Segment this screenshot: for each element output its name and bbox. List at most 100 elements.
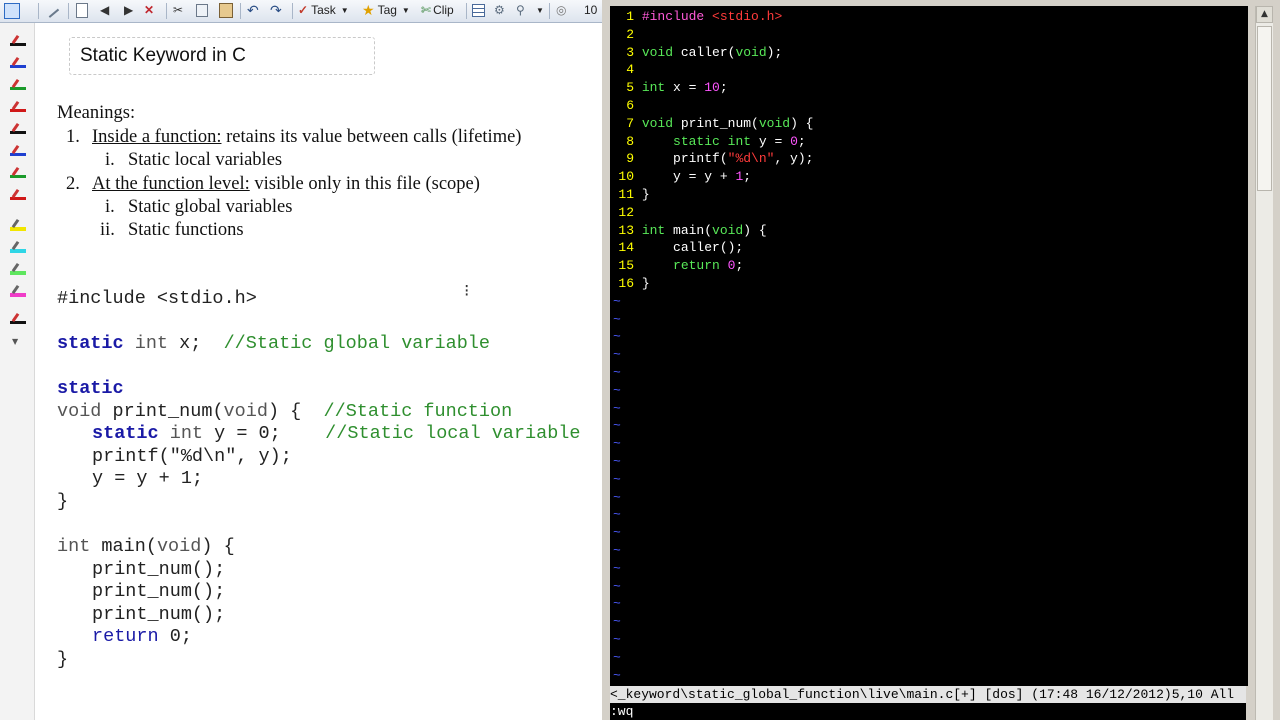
scroll-up-arrow-icon[interactable]: ▲ [1256,6,1273,23]
code-type: void [156,536,202,557]
copy-icon[interactable] [196,2,208,19]
code-keyword: static [92,423,159,444]
paste-icon[interactable] [219,2,233,19]
vim-empty-line-tilde: ~ [613,436,621,452]
vim-line-number: 4 [626,62,634,78]
chevron-down-icon[interactable]: ▼ [12,337,18,346]
vim-command-line[interactable]: :wq [610,703,1246,720]
clip-button[interactable]: ✄ Clip [421,2,454,19]
sub-item-number: i. [105,150,115,170]
clip-label: Clip [433,3,454,17]
code-type: int [158,423,204,444]
blue-pen-icon[interactable] [8,56,28,75]
search-icon[interactable]: ⚲ [516,2,525,19]
vim-code-token [642,258,673,273]
star-icon: ★ [362,2,375,18]
green-pen-icon[interactable] [8,166,28,185]
red-pen-icon[interactable] [8,188,28,207]
vim-line: 3 void caller(void); [610,44,782,62]
vim-empty-line-tilde: ~ [613,649,621,665]
code-text: ) { [267,401,324,422]
pen-settings-icon[interactable] [44,2,60,19]
zoom-icon[interactable]: ◎ [556,2,566,19]
vim-line: 6 [610,97,642,115]
chevron-down-icon: ▼ [340,6,349,15]
delete-page-icon[interactable]: ✕ [144,2,154,19]
code-text: x; [168,333,224,354]
vim-buffer[interactable]: 1 #include <stdio.h> 2 3 void caller(void… [610,6,1248,686]
vim-empty-line-tilde: ~ [613,365,621,380]
sub-item-number: i. [105,197,115,217]
vim-code-token: ; [743,169,752,185]
list-item-number: 1. [66,127,80,147]
code-line: print_num(); [92,604,226,625]
code-keyword: static [57,333,124,354]
settings-icon[interactable]: ⚙ [494,2,505,19]
page-title: Static Keyword in C [80,45,246,66]
vim-editor[interactable]: 1 #include <stdio.h> 2 3 void caller(void… [602,0,1280,720]
code-comment: //Static global variable [223,333,491,354]
vim-code-token: } [641,276,650,291]
forward-arrow-icon[interactable]: ▶ [124,2,133,19]
cut-icon[interactable]: ✂ [173,2,183,19]
green-highlighter-icon[interactable] [8,262,28,281]
vim-code-token: return [673,258,720,274]
vim-empty-line-tilde: ~ [613,596,621,612]
vim-line-number: 5 [626,80,634,96]
eraser-icon[interactable] [8,312,28,331]
redo-icon[interactable]: ↷ [270,2,282,19]
scrollbar[interactable]: ▲ [1255,6,1273,720]
code-text: main( [90,536,157,557]
toolbar-separator [292,3,293,19]
vim-line: 14 caller(); [610,239,743,257]
vim-empty-line-tilde: ~ [613,347,621,363]
red-pen-icon[interactable] [8,100,28,119]
vim-code-token: void [712,222,744,238]
black-pen-icon[interactable] [8,122,28,141]
task-label: Task [311,3,336,17]
black-pen-icon[interactable] [8,34,28,53]
vim-empty-line-tilde: ~ [613,578,621,594]
table-icon[interactable] [472,2,485,19]
vim-empty-line-tilde: ~ [613,489,621,505]
vim-empty-line-tilde: ~ [613,543,621,558]
yellow-highlighter-icon[interactable] [8,218,28,237]
undo-icon[interactable]: ↶ [247,2,259,19]
task-button[interactable]: ✓ Task ▼ [298,2,349,19]
code-type: void [57,401,102,422]
toolbar-separator [166,3,167,19]
vim-code-token: print_num( [673,115,759,131]
vim-empty-line-tilde: ~ [613,382,621,398]
blue-pen-icon[interactable] [8,144,28,163]
toolbar-separator [240,3,241,19]
vim-code-token: 0 [790,133,798,149]
vim-code-token: } [641,187,650,202]
vim-empty-line-tilde: ~ [613,400,621,416]
chevron-down-icon[interactable]: ▼ [536,2,544,19]
vim-line: 10 y = y + 1; [610,168,751,186]
code-line: } [57,649,69,670]
magenta-highlighter-icon[interactable] [8,284,28,303]
new-page-icon[interactable] [76,2,88,19]
back-arrow-icon[interactable]: ◀ [100,2,109,19]
zoom-level[interactable]: 10 [584,2,597,19]
code-line: static int x; //Static global variable [57,333,490,354]
vim-code-token: static int [673,133,752,149]
code-type: void [223,401,268,422]
vim-code-token: void [758,115,791,131]
vim-line-number: 9 [626,151,634,167]
vim-code-token: ) { [743,222,767,238]
vim-code-token: y = [751,133,791,149]
vim-status-line: <_keyword\static_global_function\live\ma… [610,686,1246,703]
green-pen-icon[interactable] [8,78,28,97]
vim-line: 15 return 0; [610,257,743,275]
cyan-highlighter-icon[interactable] [8,240,28,259]
notebook-view-icon[interactable] [4,2,20,19]
vim-line-number: 11 [618,187,634,202]
notes-toolbar: ◀ ▶ ✕ ✂ ↶ ↷ ✓ Task ▼ ★ Tag ▼ ✄ Clip ⚙ ⚲ … [0,0,602,23]
scrollbar-thumb[interactable] [1257,26,1272,191]
vim-empty-line-tilde: ~ [613,329,621,345]
vim-code-token: int [641,80,666,96]
tag-button[interactable]: ★ Tag ▼ [362,2,410,19]
vim-empty-line-tilde: ~ [613,525,621,541]
